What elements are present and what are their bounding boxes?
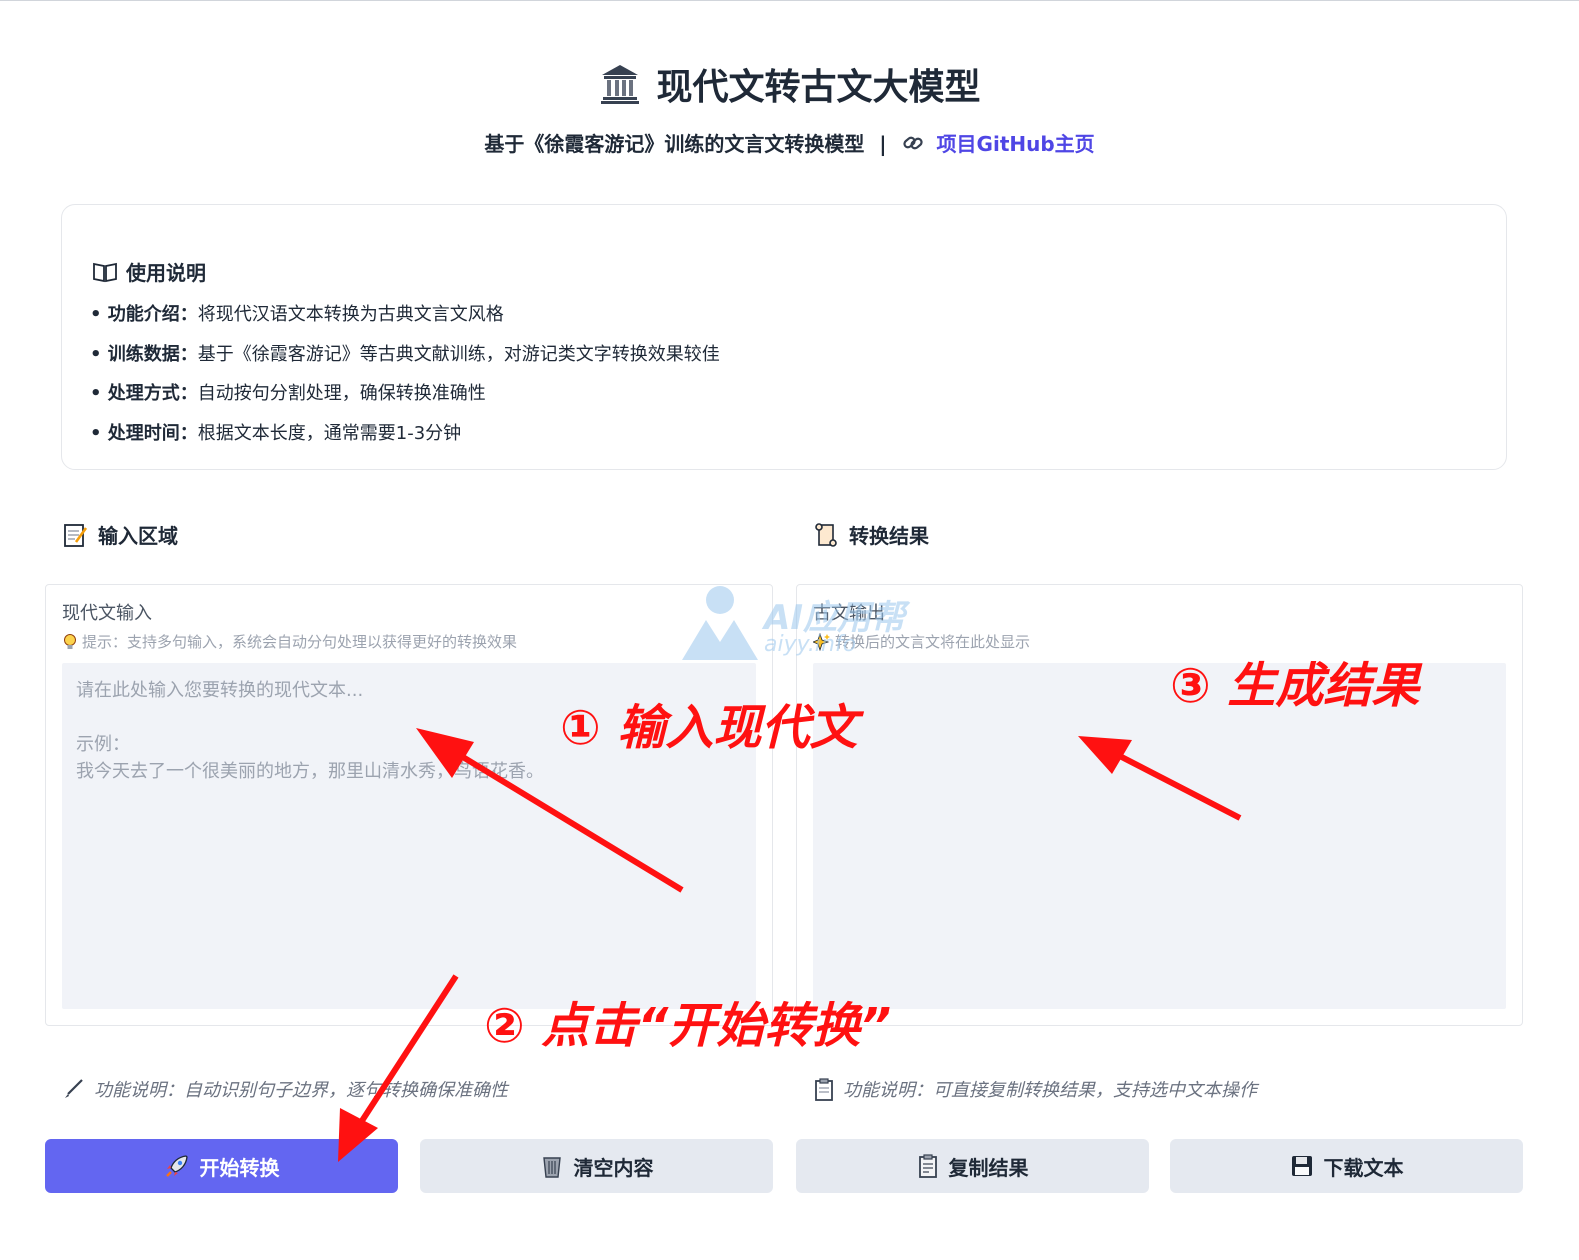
light-bulb-icon [64, 633, 76, 649]
github-link[interactable]: 项目GitHub主页 [937, 132, 1095, 156]
input-panel: 现代文输入 提示：支持多句输入，系统会自动分句处理以获得更好的转换效果 请在此处… [45, 584, 773, 1026]
guide-item-time: • 处理时间：根据文本长度，通常需要1-3分钟 [90, 422, 462, 444]
top-divider [0, 0, 1579, 1]
watermark-logo: AI应用帮 aiyy.info [678, 584, 908, 664]
convert-button[interactable]: 开始转换 [45, 1139, 398, 1193]
classical-building-icon [601, 65, 640, 104]
usage-guide-list: • 功能介绍：将现代汉语文本转换为古典文言文风格 • 训练数据：基于《徐霞客游记… [90, 295, 720, 453]
annotation-step-3: ③ 生成结果 [1170, 658, 1420, 714]
clipboard-icon [815, 1078, 833, 1101]
input-feature-note: 功能说明：自动识别句子边界，逐句转换确保准确性 [62, 1076, 508, 1102]
wastebasket-icon [542, 1157, 561, 1178]
download-button[interactable]: 下载文本 [1170, 1139, 1523, 1193]
memo-icon [64, 523, 88, 547]
page-title-text: 现代文转古文大模型 [656, 67, 981, 108]
modern-text-placeholder: 请在此处输入您要转换的现代文本... 示例： 我今天去了一个很美丽的地方，那里山… [76, 680, 544, 782]
rocket-icon [165, 1155, 188, 1177]
input-section-heading: 输入区域 [62, 520, 178, 549]
output-section-heading: 转换结果 [813, 520, 929, 549]
usage-guide-card: 使用说明 • 功能介绍：将现代汉语文本转换为古典文言文风格 • 训练数据：基于《… [61, 204, 1507, 470]
input-hint: 提示：支持多句输入，系统会自动分句处理以获得更好的转换效果 [62, 631, 517, 652]
input-label: 现代文输入 [62, 603, 152, 624]
subtitle-text: 基于《徐霞客游记》训练的文言文转换模型 [484, 132, 865, 156]
scroll-icon [815, 522, 837, 547]
annotation-step-1: ① 输入现代文 [560, 700, 858, 756]
copy-button[interactable]: 复制结果 [796, 1139, 1149, 1193]
subtitle-separator: | [879, 132, 887, 156]
chain-link-icon [902, 136, 923, 150]
clear-button[interactable]: 清空内容 [420, 1139, 773, 1193]
floppy-disk-icon [1291, 1156, 1312, 1176]
usage-guide-title: 使用说明 [92, 257, 206, 286]
open-book-icon [93, 262, 117, 282]
page-subtitle: 基于《徐霞客游记》训练的文言文转换模型 | 项目GitHub主页 [0, 128, 1579, 157]
clipboard-icon [918, 1154, 937, 1178]
page-header: 现代文转古文大模型 [0, 58, 1579, 110]
person-logo-icon [682, 586, 758, 660]
guide-item-feature: • 功能介绍：将现代汉语文本转换为古典文言文风格 [90, 304, 504, 325]
guide-item-method: • 处理方式：自动按句分割处理，确保转换准确性 [90, 383, 486, 404]
page-title: 现代文转古文大模型 [598, 58, 981, 110]
guide-item-training: • 训练数据：基于《徐霞客游记》等古典文献训练，对游记类文字转换效果较佳 [90, 343, 720, 365]
annotation-step-2: ② 点击“开始转换” [484, 998, 892, 1054]
output-feature-note: 功能说明：可直接复制转换结果，支持选中文本操作 [813, 1076, 1257, 1102]
brush-icon [65, 1079, 83, 1098]
watermark-subtext: aiyy.info [764, 632, 857, 657]
